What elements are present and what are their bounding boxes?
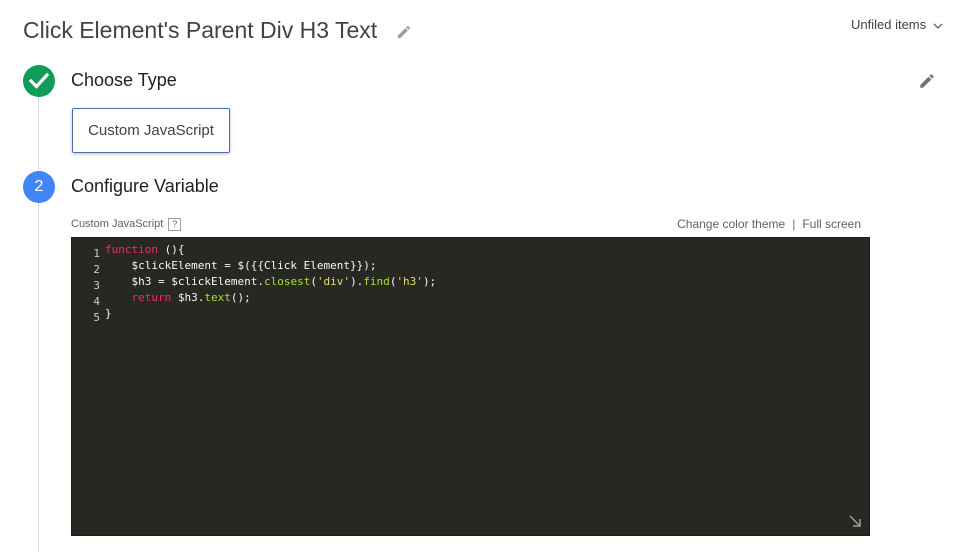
step-complete-badge [23,65,55,97]
resize-corner-icon[interactable] [848,514,862,528]
code-token: text [204,291,231,304]
link-separator: | [792,217,796,231]
pencil-icon[interactable] [396,24,412,40]
line-number: 3 [93,279,100,292]
code-token: (); [230,291,251,304]
code-token: $clickElement = $({{Click Element}}); [105,259,377,272]
code-line: function (){ [105,242,436,258]
folder-label: Unfiled items [851,17,927,32]
help-icon[interactable]: ? [168,218,182,231]
code-token: $h3. [171,291,205,304]
code-token: } [105,307,112,320]
code-field-label: Custom JavaScript? [71,218,182,231]
code-line: return $h3.text(); [105,290,436,306]
code-token: closest [263,275,311,288]
code-token: ). [350,275,364,288]
pencil-icon[interactable] [918,72,936,90]
chevron-down-icon [933,23,943,29]
code-token: function [105,243,158,256]
code-token: 'h3' [396,275,423,288]
line-number: 4 [93,295,100,308]
code-token: return [131,291,172,304]
step-title-configure-variable: Configure Variable [71,176,219,196]
variable-editor-page: Click Element's Parent Div H3 Text Unfil… [0,0,966,552]
code-token: ( [310,275,317,288]
code-token: $h3 = $clickElement. [105,275,264,288]
line-number: 1 [93,247,100,260]
variable-type-card[interactable]: Custom JavaScript [72,108,230,153]
check-icon [29,72,49,89]
editor-links: Change color theme | Full screen [677,217,861,231]
folder-selector[interactable]: Unfiled items [851,17,943,32]
code-line: $h3 = $clickElement.closest('div').find(… [105,274,436,290]
step-timeline-line [38,95,39,552]
code-token: (){ [157,243,185,256]
code-token: find [363,275,390,288]
line-number: 5 [93,311,100,324]
line-number-gutter: 1 2 3 4 5 [72,246,100,326]
code-token: 'div' [316,275,351,288]
full-screen-link[interactable]: Full screen [802,217,861,231]
code-content[interactable]: function (){ $clickElement = $({{Click E… [105,242,436,322]
code-token: ); [422,275,437,288]
code-line: } [105,306,436,322]
line-number: 2 [93,263,100,276]
change-color-theme-link[interactable]: Change color theme [677,217,785,231]
code-line: $clickElement = $({{Click Element}}); [105,258,436,274]
code-field-label-text: Custom JavaScript [71,218,164,230]
code-editor[interactable]: 1 2 3 4 5 function (){ $clickElement = $({{C… [71,237,870,536]
page-title: Click Element's Parent Div H3 Text [23,17,378,43]
step-number-badge: 2 [23,171,55,203]
step-title-choose-type: Choose Type [71,70,177,90]
